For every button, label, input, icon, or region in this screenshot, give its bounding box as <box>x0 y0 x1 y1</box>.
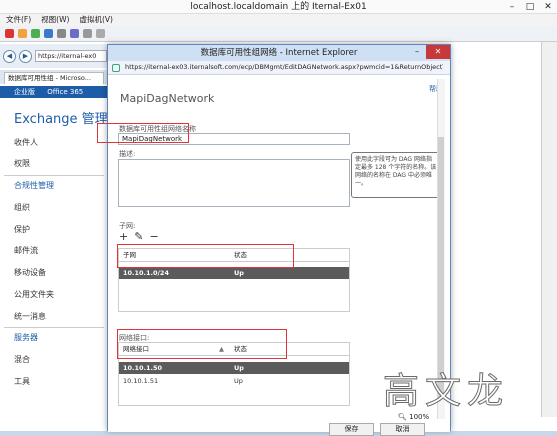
bg-scrollbar[interactable] <box>541 42 557 417</box>
vm-toolbar <box>0 26 557 42</box>
fullscreen-icon[interactable] <box>96 29 105 38</box>
sidebar-item-hybrid[interactable]: 混合 <box>14 354 30 365</box>
help-icon[interactable]: ? <box>527 86 531 98</box>
sidebar-divider <box>4 175 104 176</box>
vm-title-bar: localhost.localdomain 上的 Iternal-Ex01 <box>0 0 557 14</box>
vm-title: localhost.localdomain 上的 Iternal-Ex01 <box>190 2 367 12</box>
bg-tab[interactable]: 数据库可用性组 - Microso... <box>4 72 104 84</box>
vm-window-controls: – □ ✕ <box>503 0 557 14</box>
sidebar-item-mobile[interactable]: 移动设备 <box>14 267 46 278</box>
sidebar-item-protection[interactable]: 保护 <box>14 224 30 235</box>
watermark: 高文龙 <box>382 371 510 413</box>
sidebar-item-compliance[interactable]: 合规性管理 <box>14 180 54 191</box>
menu-vm[interactable]: 虚拟机(V) <box>79 14 112 26</box>
save-button[interactable]: 保存 <box>329 423 374 436</box>
refresh-icon[interactable] <box>44 29 53 38</box>
subnet-value: 10.10.1.0/24 <box>123 269 169 277</box>
table-row[interactable]: 10.10.1.0/24 Up <box>119 267 349 279</box>
zoom-icon: 🔍︎ <box>398 413 407 421</box>
forward-icon[interactable]: ▶ <box>19 49 32 63</box>
console-icon[interactable] <box>70 29 79 38</box>
sidebar-item-tools[interactable]: 工具 <box>14 376 30 387</box>
remove-icon[interactable]: − <box>149 230 158 243</box>
sidebar-item-recipients[interactable]: 收件人 <box>14 137 38 148</box>
ie-icon <box>112 63 120 72</box>
dialog-url[interactable]: https://iternal-ex03.iternalsoft.com/ecp… <box>123 62 443 74</box>
subnet-status: Up <box>234 269 244 277</box>
close-icon[interactable]: ✕ <box>426 45 450 59</box>
interface-status: Up <box>234 364 244 372</box>
sidebar-item-unifiedmessaging[interactable]: 统一消息 <box>14 311 46 322</box>
table-row[interactable]: 10.10.1.50 Up <box>119 362 349 374</box>
user-name[interactable]: gavin <box>485 86 504 98</box>
sidebar-item-organization[interactable]: 组织 <box>14 202 30 213</box>
sidebar-item-mailflow[interactable]: 邮件流 <box>14 245 38 256</box>
add-icon[interactable]: + <box>119 230 128 243</box>
highlight-subnet <box>117 244 294 268</box>
maximize-icon[interactable]: □ <box>521 0 539 14</box>
o365-enterprise[interactable]: 企业版 <box>14 88 35 96</box>
sidebar-item-permissions[interactable]: 权限 <box>14 158 30 169</box>
sidebar-item-publicfolders[interactable]: 公用文件夹 <box>14 289 54 300</box>
menu-file[interactable]: 文件(F) <box>6 14 31 26</box>
network-heading: MapiDagNetwork <box>120 92 215 105</box>
description-field[interactable] <box>118 159 350 207</box>
dialog-address-bar: https://iternal-ex03.iternalsoft.com/ecp… <box>108 61 450 75</box>
bg-url[interactable]: https://iternal-ex0 <box>35 50 107 62</box>
bg-address-bar: ◀ ▶ https://iternal-ex0 <box>0 44 110 68</box>
interface-ip: 10.10.1.51 <box>123 377 159 385</box>
pause-icon[interactable] <box>18 29 27 38</box>
table-row[interactable]: 10.10.1.51 Up <box>119 375 349 387</box>
zoom-level[interactable]: 🔍︎ 100% <box>398 413 429 421</box>
vm-menu-bar: 文件(F) 视图(W) 虚拟机(V) <box>0 14 557 26</box>
close-icon[interactable]: ✕ <box>539 0 557 14</box>
monitor-icon[interactable] <box>83 29 92 38</box>
interface-status: Up <box>234 377 243 385</box>
interface-ip: 10.10.1.50 <box>123 364 163 372</box>
minimize-icon[interactable]: – <box>503 0 521 14</box>
name-tooltip: 使用此字段可为 DAG 网络指定最多 128 个字符的名称。该网络的名称在 DA… <box>351 152 441 198</box>
dialog-title-bar: 数据库可用性组网络 - Internet Explorer <box>108 45 450 61</box>
description-label: 描述: <box>119 150 136 158</box>
edit-icon[interactable]: ✎ <box>134 230 143 243</box>
highlight-name <box>97 123 189 143</box>
cancel-button[interactable]: 取消 <box>380 423 425 436</box>
back-icon[interactable]: ◀ <box>3 49 16 63</box>
stop-icon[interactable] <box>5 29 14 38</box>
dialog-title: 数据库可用性组网络 - Internet Explorer <box>200 48 358 58</box>
o365-office365[interactable]: Office 365 <box>47 88 83 96</box>
subnet-toolbar: + ✎ − <box>119 230 159 243</box>
scrollbar-thumb[interactable] <box>438 137 444 399</box>
play-icon[interactable] <box>31 29 40 38</box>
highlight-interfaces <box>117 329 287 359</box>
minimize-icon[interactable]: – <box>410 45 424 59</box>
sidebar-item-servers[interactable]: 服务器 <box>14 332 38 343</box>
menu-view[interactable]: 视图(W) <box>41 14 69 26</box>
sidebar-divider <box>4 327 104 328</box>
bg-tabs: 数据库可用性组 - Microso... <box>0 70 110 84</box>
settings-icon[interactable] <box>57 29 66 38</box>
